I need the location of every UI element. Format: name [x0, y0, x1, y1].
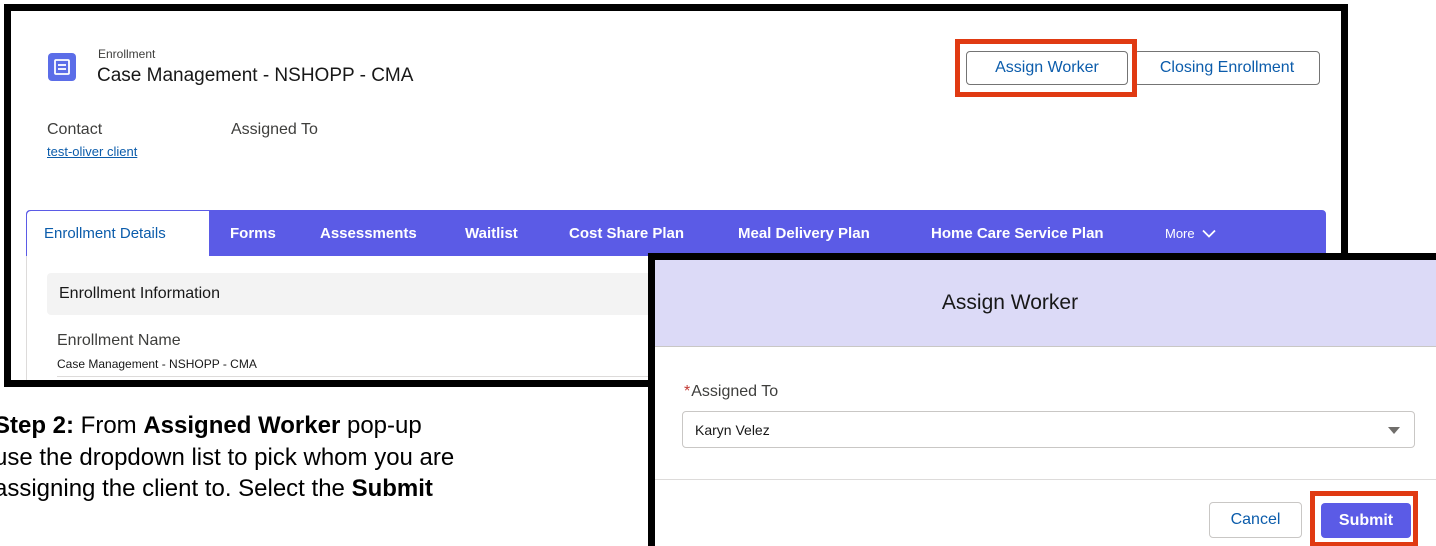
chevron-down-icon: [1201, 229, 1216, 238]
caret-down-icon: [1388, 427, 1400, 434]
enrollment-name-label: Enrollment Name: [57, 332, 181, 349]
caption-step-label: Step 2:: [0, 412, 75, 439]
assigned-to-field-text: Assigned To: [691, 383, 779, 400]
caption-line-2: use the dropdown list to pick whom you a…: [0, 443, 455, 471]
closing-enrollment-button[interactable]: Closing Enrollment: [1134, 51, 1320, 85]
tab-forms[interactable]: Forms: [230, 211, 276, 256]
assign-worker-modal: Assign Worker *Assigned To Karyn Velez C…: [648, 253, 1436, 546]
contact-link[interactable]: test-oliver client: [47, 144, 137, 159]
enrollment-record-icon: [48, 53, 76, 81]
caption-text-from: From: [74, 412, 144, 439]
tab-meal-delivery-plan[interactable]: Meal Delivery Plan: [738, 211, 870, 256]
modal-title: Assign Worker: [941, 291, 1079, 314]
record-header: Enrollment Case Management - NSHOPP - CM…: [11, 11, 1341, 211]
modal-footer: Cancel Submit: [655, 479, 1436, 546]
tab-cost-share-plan[interactable]: Cost Share Plan: [569, 211, 684, 256]
enrollment-name-value: Case Management - NSHOPP - CMA: [57, 357, 257, 371]
modal-header: Assign Worker: [655, 260, 1436, 347]
caption-line-1: Step 2: From Assigned Worker pop-up: [0, 410, 654, 442]
assigned-to-dropdown[interactable]: Karyn Velez: [682, 411, 1415, 448]
modal-body: *Assigned To Karyn Velez: [655, 347, 1436, 479]
enrollment-information-section[interactable]: Enrollment Information: [47, 273, 687, 315]
caption-bold-submit: Submit: [351, 475, 433, 502]
assigned-to-selected-value: Karyn Velez: [695, 421, 770, 438]
cancel-button[interactable]: Cancel: [1209, 502, 1302, 538]
record-title: Case Management - NSHOPP - CMA: [97, 65, 414, 86]
caption-text-popup: pop-up: [340, 412, 422, 439]
tab-enrollment-details[interactable]: Enrollment Details: [27, 211, 209, 256]
required-marker: *: [684, 383, 691, 400]
tab-more[interactable]: More: [1165, 211, 1216, 256]
tab-waitlist[interactable]: Waitlist: [465, 211, 518, 256]
caption-text-assigning: assigning the client to. Select the: [0, 475, 352, 502]
caption-line-3: assigning the client to. Select the Subm…: [0, 473, 654, 505]
tab-more-label: More: [1165, 226, 1195, 241]
record-tab-bar: Enrollment Details Forms Assessments Wai…: [26, 210, 1326, 256]
assigned-to-field-label: *Assigned To: [684, 383, 778, 401]
object-label: Enrollment: [98, 47, 156, 61]
submit-button[interactable]: Submit: [1321, 503, 1411, 538]
caption-bold-assigned-worker: Assigned Worker: [143, 412, 341, 439]
assigned-to-label: Assigned To: [231, 121, 318, 138]
step-caption: Step 2: From Assigned Worker pop-up use …: [0, 410, 654, 505]
field-divider: [57, 376, 697, 377]
tab-home-care-service-plan[interactable]: Home Care Service Plan: [931, 211, 1104, 256]
contact-label: Contact: [47, 121, 103, 138]
tab-assessments[interactable]: Assessments: [320, 211, 417, 256]
assign-worker-button[interactable]: Assign Worker: [966, 51, 1128, 85]
